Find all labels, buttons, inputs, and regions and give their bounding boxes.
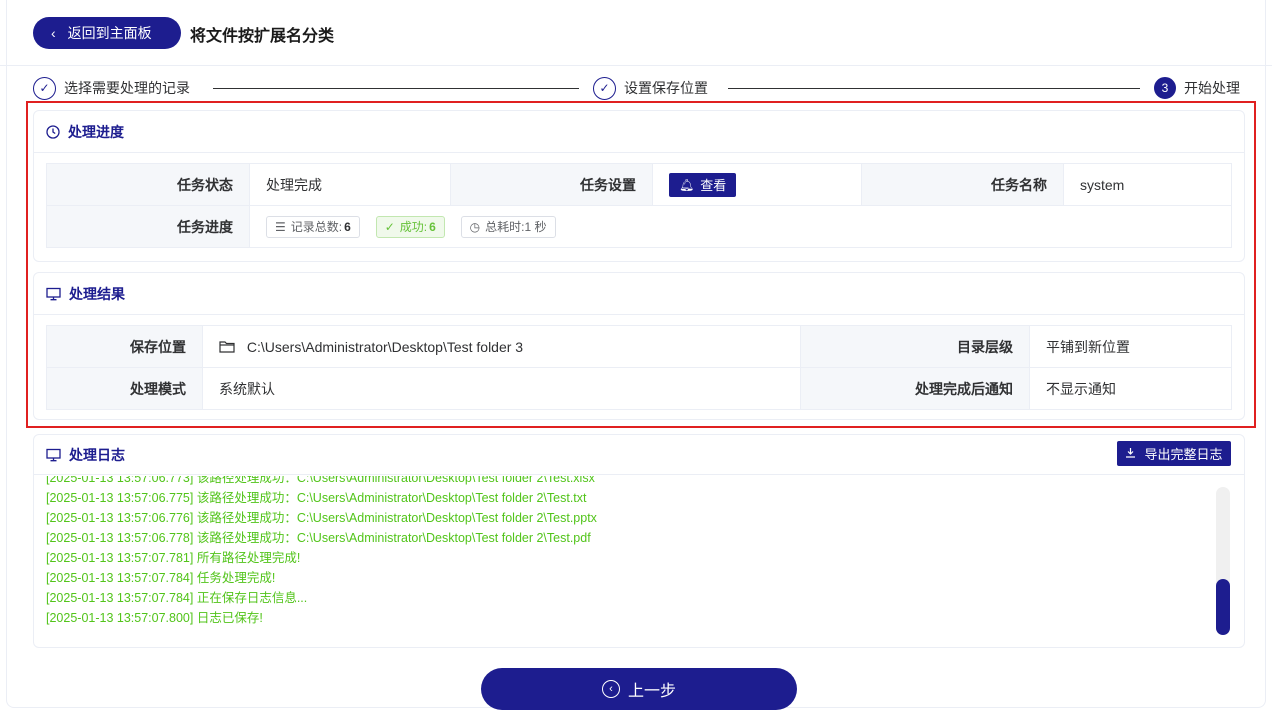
step-start-processing: 3 开始处理	[1154, 74, 1240, 102]
step-save-location: ✓ 设置保存位置	[593, 74, 708, 102]
log-scrollbar[interactable]	[1216, 487, 1230, 635]
log-line: [2025-01-13 13:57:07.784] 正在保存日志信息...	[46, 591, 308, 605]
log-lines: [2025-01-13 13:57:06.773] 该路径处理成功：C:\Use…	[46, 476, 597, 628]
chevron-left-icon: ‹	[51, 25, 56, 41]
previous-label: 上一步	[627, 683, 676, 700]
monitor-icon	[46, 448, 61, 462]
step-number: 3	[1154, 77, 1176, 99]
log-body[interactable]: [2025-01-13 13:57:06.773] 该路径处理成功：C:\Use…	[46, 476, 1216, 636]
log-line: [2025-01-13 13:57:06.778] 该路径处理成功：C:\Use…	[46, 531, 591, 545]
log-scroll-thumb[interactable]	[1216, 579, 1230, 635]
log-line: [2025-01-13 13:57:06.775] 该路径处理成功：C:\Use…	[46, 491, 587, 505]
previous-step-button[interactable]: ‹ 上一步	[481, 668, 797, 710]
log-line: [2025-01-13 13:57:07.800] 日志已保存!	[46, 611, 263, 625]
steps-bar: ✓ 选择需要处理的记录 ✓ 设置保存位置 3 开始处理	[33, 74, 1247, 102]
back-to-dashboard-button[interactable]: ‹ 返回到主面板	[33, 17, 181, 49]
back-button-label: 返回到主面板	[67, 25, 152, 41]
check-icon: ✓	[33, 76, 56, 100]
check-icon: ✓	[593, 76, 616, 100]
step-connector	[213, 88, 579, 89]
export-label: 导出完整日志	[1144, 447, 1223, 462]
highlight-box	[26, 101, 1256, 428]
download-icon	[1125, 446, 1136, 461]
log-card-header: 处理日志 导出完整日志	[34, 435, 1244, 475]
log-card: 处理日志 导出完整日志 [2025-01-13 13:57:06.773] 该路…	[33, 434, 1245, 648]
arrow-left-circle-icon: ‹	[601, 680, 620, 698]
log-line: [2025-01-13 13:57:06.776] 该路径处理成功：C:\Use…	[46, 511, 597, 525]
log-title: 处理日志	[69, 446, 125, 463]
step-label: 开始处理	[1184, 80, 1240, 96]
log-line: [2025-01-13 13:57:07.784] 任务处理完成!	[46, 571, 276, 585]
step-label: 设置保存位置	[624, 80, 708, 96]
export-log-button[interactable]: 导出完整日志	[1117, 441, 1231, 466]
step-select-records: ✓ 选择需要处理的记录	[33, 74, 190, 102]
page-title: 将文件按扩展名分类	[190, 28, 335, 45]
step-connector	[728, 88, 1140, 89]
step-label: 选择需要处理的记录	[64, 80, 190, 96]
header: ‹ 返回到主面板 将文件按扩展名分类	[0, 0, 1272, 66]
log-line: [2025-01-13 13:57:06.773] 该路径处理成功：C:\Use…	[46, 476, 595, 485]
log-line: [2025-01-13 13:57:07.781] 所有路径处理完成!	[46, 551, 301, 565]
